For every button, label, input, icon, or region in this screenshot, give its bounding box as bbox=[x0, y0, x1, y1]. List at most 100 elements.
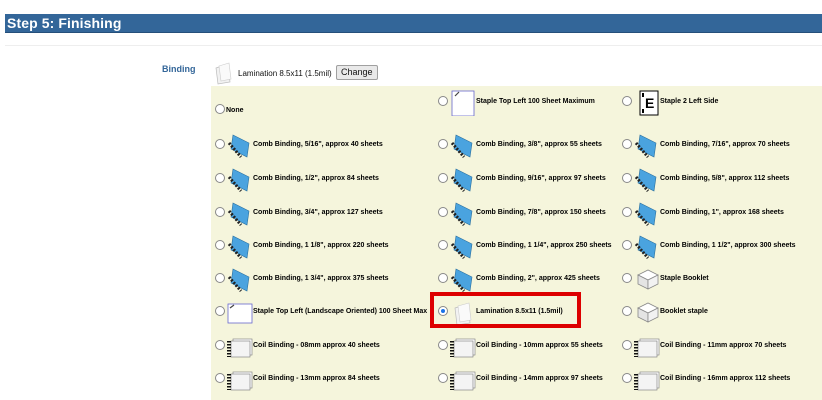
option-comb-1-1-4[interactable]: Comb Binding, 1 1/4", approx 250 sheets bbox=[438, 234, 623, 262]
staple-2-left-icon: E bbox=[639, 90, 659, 116]
svg-text:E: E bbox=[645, 95, 654, 111]
option-comb-1-1-8[interactable]: Comb Binding, 1 1/8", approx 220 sheets bbox=[215, 234, 415, 262]
option-label: Comb Binding, 1 3/4", approx 375 sheets bbox=[253, 275, 389, 282]
option-label: Coil Binding - 13mm approx 84 sheets bbox=[253, 375, 380, 382]
option-label: Comb Binding, 1/2", approx 84 sheets bbox=[253, 175, 379, 182]
radio-button[interactable] bbox=[622, 173, 632, 183]
radio-button[interactable] bbox=[215, 306, 225, 316]
option-label: Comb Binding, 1 1/2", approx 300 sheets bbox=[660, 242, 796, 249]
option-label: Comb Binding, 3/8", approx 55 sheets bbox=[476, 141, 602, 148]
option-label: Booklet staple bbox=[660, 308, 708, 315]
option-label: Staple 2 Left Side bbox=[660, 98, 719, 105]
coil-binding-icon bbox=[227, 371, 253, 391]
comb-binding-icon bbox=[450, 202, 473, 226]
radio-button[interactable] bbox=[438, 96, 448, 106]
radio-button[interactable] bbox=[215, 273, 225, 283]
radio-button[interactable] bbox=[438, 273, 448, 283]
radio-button[interactable] bbox=[622, 306, 632, 316]
option-label: Comb Binding, 5/8", approx 112 sheets bbox=[660, 175, 790, 182]
option-comb-1[interactable]: Comb Binding, 1", approx 168 sheets bbox=[622, 201, 812, 229]
option-coil-10mm[interactable]: Coil Binding - 10mm approx 55 sheets bbox=[438, 334, 623, 362]
radio-button[interactable] bbox=[622, 139, 632, 149]
option-label: Coil Binding - 16mm approx 112 sheets bbox=[660, 375, 791, 382]
option-comb-1-2[interactable]: Comb Binding, 1/2", approx 84 sheets bbox=[215, 167, 415, 195]
option-staple-booklet[interactable]: Staple Booklet bbox=[622, 267, 812, 295]
radio-button[interactable] bbox=[215, 207, 225, 217]
option-label: Comb Binding, 1", approx 168 sheets bbox=[660, 209, 784, 216]
radio-button[interactable] bbox=[215, 104, 225, 114]
binding-label: Binding bbox=[162, 64, 196, 74]
radio-button[interactable] bbox=[438, 139, 448, 149]
option-comb-1-1-2[interactable]: Comb Binding, 1 1/2", approx 300 sheets bbox=[622, 234, 812, 262]
radio-button[interactable] bbox=[438, 173, 448, 183]
divider bbox=[5, 45, 822, 46]
comb-binding-icon bbox=[450, 134, 473, 158]
option-coil-14mm[interactable]: Coil Binding - 14mm approx 97 sheets bbox=[438, 367, 623, 395]
change-button[interactable]: Change bbox=[336, 65, 378, 80]
staple-booklet-icon bbox=[637, 269, 659, 290]
radio-button[interactable] bbox=[438, 240, 448, 250]
option-comb-2[interactable]: Comb Binding, 2", approx 425 sheets bbox=[438, 267, 623, 295]
option-comb-5-8[interactable]: Comb Binding, 5/8", approx 112 sheets bbox=[622, 167, 812, 195]
option-comb-5-16[interactable]: Comb Binding, 5/16", approx 40 sheets bbox=[215, 133, 415, 161]
step-title: Step 5: Finishing bbox=[7, 15, 122, 31]
option-label: Comb Binding, 1 1/8", approx 220 sheets bbox=[253, 242, 389, 249]
option-label: Staple Booklet bbox=[660, 275, 709, 282]
option-none[interactable]: None bbox=[215, 98, 415, 126]
comb-binding-icon bbox=[634, 168, 657, 192]
comb-binding-icon bbox=[227, 235, 250, 259]
option-comb-7-16[interactable]: Comb Binding, 7/16", approx 70 sheets bbox=[622, 133, 812, 161]
radio-button[interactable] bbox=[622, 240, 632, 250]
option-comb-3-8[interactable]: Comb Binding, 3/8", approx 55 sheets bbox=[438, 133, 623, 161]
radio-button[interactable] bbox=[215, 139, 225, 149]
comb-binding-icon bbox=[634, 202, 657, 226]
radio-button[interactable] bbox=[215, 340, 225, 350]
option-label: Coil Binding - 14mm approx 97 sheets bbox=[476, 375, 603, 382]
option-staple-2-left[interactable]: E Staple 2 Left Side bbox=[622, 90, 812, 118]
comb-binding-icon bbox=[227, 168, 250, 192]
radio-button[interactable] bbox=[438, 340, 448, 350]
option-coil-16mm[interactable]: Coil Binding - 16mm approx 112 sheets bbox=[622, 367, 812, 395]
option-coil-11mm[interactable]: Coil Binding - 11mm approx 70 sheets bbox=[622, 334, 812, 362]
comb-binding-icon bbox=[227, 268, 250, 292]
option-coil-13mm[interactable]: Coil Binding - 13mm approx 84 sheets bbox=[215, 367, 415, 395]
radio-button[interactable] bbox=[622, 273, 632, 283]
option-label: Comb Binding, 5/16", approx 40 sheets bbox=[253, 141, 383, 148]
option-label: Comb Binding, 7/8", approx 150 sheets bbox=[476, 209, 606, 216]
radio-button[interactable] bbox=[622, 207, 632, 217]
option-comb-7-8[interactable]: Comb Binding, 7/8", approx 150 sheets bbox=[438, 201, 623, 229]
option-comb-3-4[interactable]: Comb Binding, 3/4", approx 127 sheets bbox=[215, 201, 415, 229]
option-coil-08mm[interactable]: Coil Binding - 08mm approx 40 sheets bbox=[215, 334, 415, 362]
lamination-icon bbox=[215, 62, 232, 85]
comb-binding-icon bbox=[450, 235, 473, 259]
radio-button[interactable] bbox=[622, 340, 632, 350]
option-label: Staple Top Left 100 Sheet Maximum bbox=[476, 98, 595, 105]
booklet-staple-icon bbox=[637, 302, 659, 323]
step-header: Step 5: Finishing bbox=[5, 14, 822, 33]
option-comb-9-16[interactable]: Comb Binding, 9/16", approx 97 sheets bbox=[438, 167, 623, 195]
radio-button[interactable] bbox=[215, 173, 225, 183]
selection-highlight-box bbox=[430, 292, 581, 328]
radio-button[interactable] bbox=[215, 240, 225, 250]
comb-binding-icon bbox=[227, 202, 250, 226]
radio-button[interactable] bbox=[438, 207, 448, 217]
coil-binding-icon bbox=[227, 338, 253, 358]
option-booklet-staple[interactable]: Booklet staple bbox=[622, 300, 812, 328]
coil-binding-icon bbox=[634, 338, 660, 358]
option-staple-top-left[interactable]: Staple Top Left 100 Sheet Maximum bbox=[438, 90, 623, 118]
radio-button[interactable] bbox=[622, 96, 632, 106]
current-selection-name: Lamination 8.5x11 (1.5mil) bbox=[238, 69, 332, 78]
comb-binding-icon bbox=[634, 235, 657, 259]
comb-binding-icon bbox=[227, 134, 250, 158]
option-staple-landscape[interactable]: Staple Top Left (Landscape Oriented) 100… bbox=[215, 300, 428, 328]
coil-binding-icon bbox=[634, 371, 660, 391]
radio-button[interactable] bbox=[622, 373, 632, 383]
radio-button[interactable] bbox=[215, 373, 225, 383]
radio-button[interactable] bbox=[438, 373, 448, 383]
option-comb-1-3-4[interactable]: Comb Binding, 1 3/4", approx 375 sheets bbox=[215, 267, 415, 295]
option-label: Staple Top Left (Landscape Oriented) 100… bbox=[253, 308, 428, 315]
option-label: Coil Binding - 10mm approx 55 sheets bbox=[476, 342, 603, 349]
binding-options-panel: None Staple Top Left 100 Sheet Maximum E… bbox=[211, 86, 822, 400]
comb-binding-icon bbox=[450, 268, 473, 292]
option-label: Comb Binding, 1 1/4", approx 250 sheets bbox=[476, 242, 612, 249]
